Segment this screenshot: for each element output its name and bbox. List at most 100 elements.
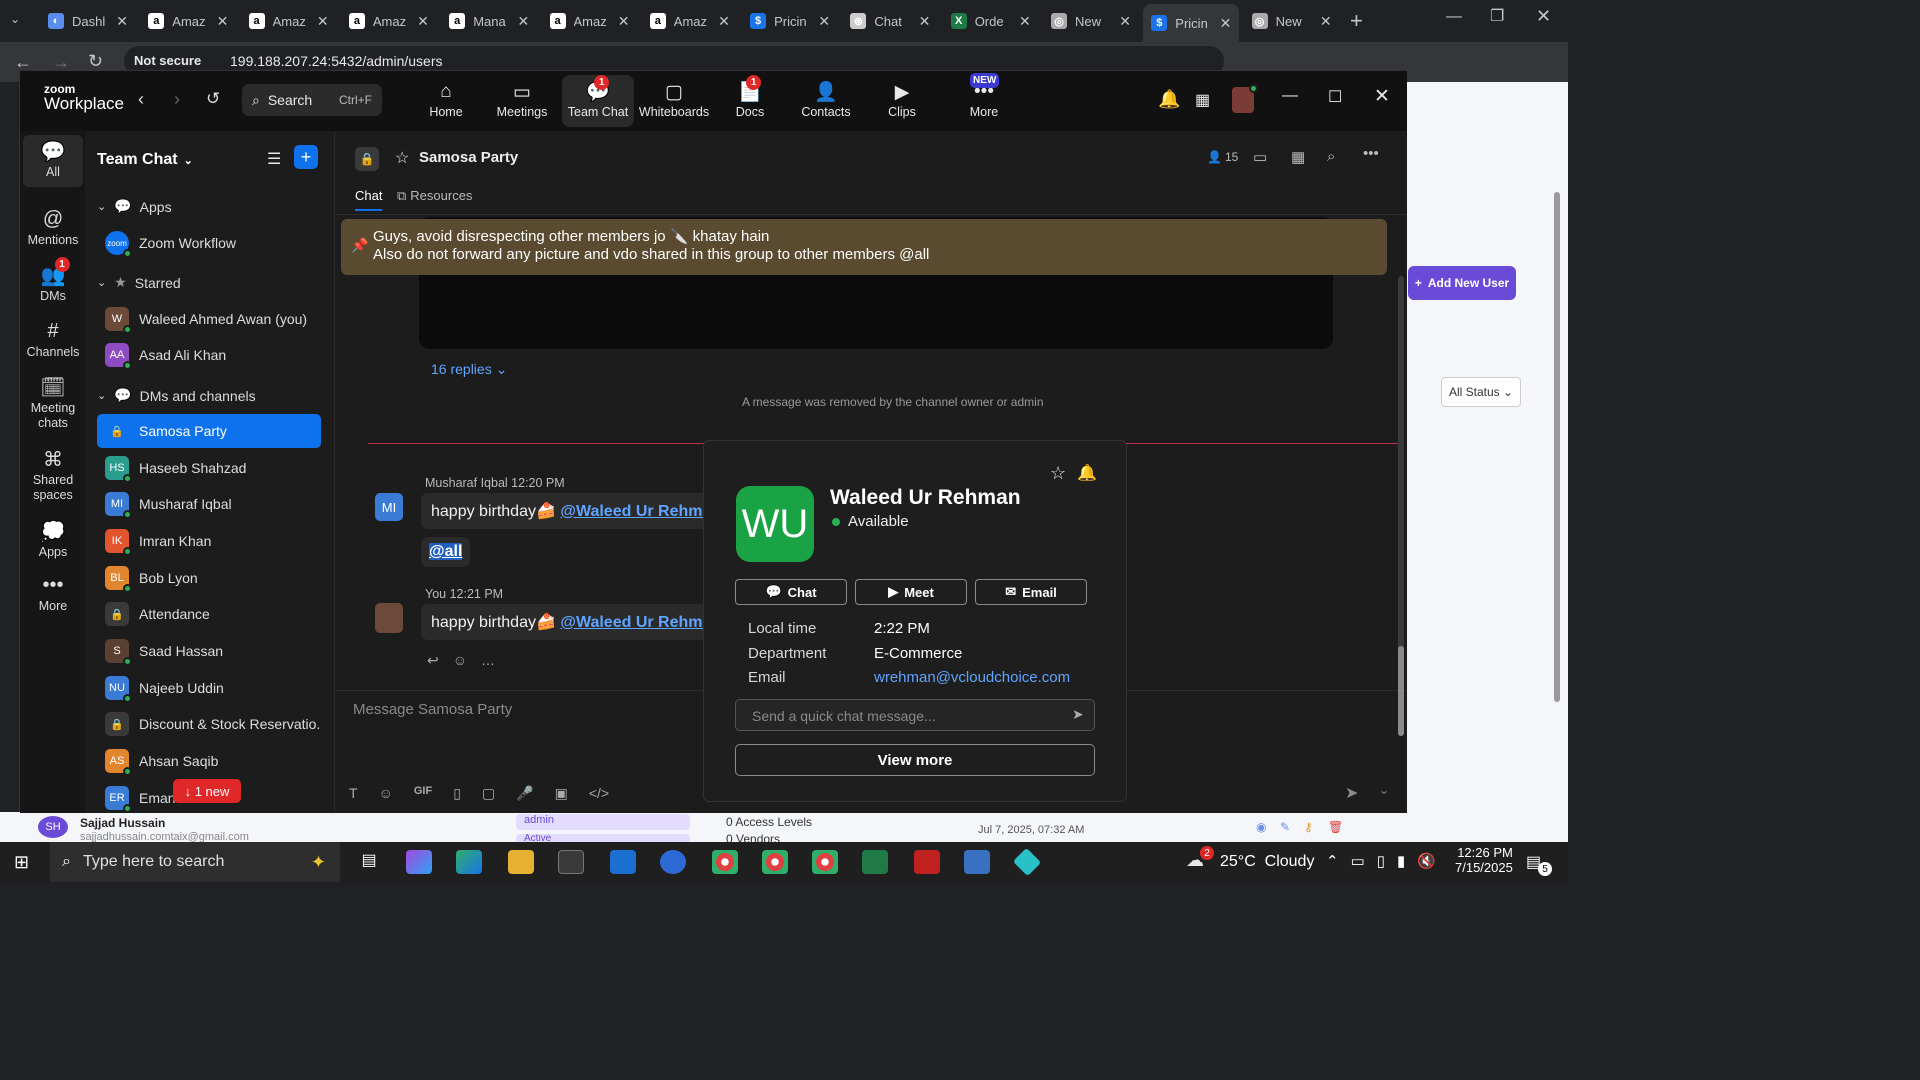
tab-close-icon[interactable]: ✕ (1320, 13, 1332, 30)
tab-close-icon[interactable]: ✕ (1019, 13, 1031, 30)
weather-text[interactable]: 25°C Cloudy (1220, 853, 1314, 871)
rail-channels[interactable]: # Channels (23, 317, 83, 360)
rail-all[interactable]: 💬 All (23, 135, 83, 187)
avatar[interactable]: MI (375, 493, 403, 521)
nav-contacts[interactable]: 👤 Contacts (790, 79, 862, 119)
browser-tab[interactable]: a Amaz ✕ (341, 6, 437, 36)
browser-tab[interactable]: X Orde ✕ (943, 6, 1039, 36)
sidebar-item[interactable]: AS Ahsan Saqib (97, 744, 321, 778)
email-link[interactable]: wrehman@vcloudchoice.com (874, 669, 1070, 686)
nav-docs[interactable]: 📄 1 Docs (714, 75, 786, 119)
pinned-message[interactable]: 📌 Guys, avoid disrespecting other member… (341, 219, 1387, 275)
chrome-icon[interactable] (812, 850, 838, 874)
task-view-icon[interactable]: ▤ (356, 850, 382, 874)
rail-more[interactable]: ••• More (23, 571, 83, 614)
rail-meeting-chats[interactable]: 🗓 Meeting chats (23, 373, 83, 431)
not-secure-label[interactable]: Not secure (134, 53, 201, 68)
emoji-icon[interactable]: ☺ (379, 785, 393, 802)
message-bubble-all[interactable]: @all (421, 537, 471, 567)
browser-tab[interactable]: a Mana ✕ (441, 6, 537, 36)
avatar[interactable] (375, 603, 403, 633)
sidebar-item[interactable]: IK Imran Khan (97, 524, 321, 558)
browser-tab[interactable]: ⊛ Chat ✕ (842, 6, 938, 36)
chrome-icon[interactable] (762, 850, 788, 874)
edge-icon[interactable] (456, 850, 482, 874)
sidebar-item[interactable]: W Waleed Ahmed Awan (you) (97, 302, 321, 336)
tab-close-icon[interactable]: ✕ (718, 13, 730, 30)
nav-more[interactable]: ••• NEW More (948, 73, 1020, 119)
tab-close-icon[interactable]: ✕ (618, 13, 630, 30)
sidebar-item[interactable]: HS Haseeb Shahzad (97, 451, 321, 485)
sidebar-item[interactable]: AA Asad Ali Khan (97, 338, 321, 372)
reload-icon[interactable]: ↻ (88, 51, 103, 72)
tab-close-icon[interactable]: ✕ (417, 13, 429, 30)
message-input[interactable]: Message Samosa Party (353, 701, 512, 718)
delete-icon[interactable]: 🗑 (1328, 820, 1343, 834)
tab-close-icon[interactable]: ✕ (818, 13, 830, 30)
sidebar-item[interactable]: zoom Zoom Workflow (97, 226, 321, 260)
sidebar-item[interactable]: S Saad Hassan (97, 634, 321, 668)
schedule-icon[interactable]: ▦ (1291, 148, 1305, 166)
profile-bell-icon[interactable]: 🔔 (1077, 463, 1097, 483)
reaction-icon[interactable]: ☺ (453, 652, 467, 669)
calendar-apps-icon[interactable]: ▦ (1195, 90, 1210, 110)
browser-tab[interactable]: a Amaz ✕ (542, 6, 638, 36)
zoom-maximize-icon[interactable]: ☐ (1328, 87, 1342, 107)
sidebar-item[interactable]: 🔒 Attendance (97, 597, 321, 631)
star-icon[interactable]: ☆ (395, 148, 409, 168)
member-count[interactable]: 👤 15 (1207, 150, 1238, 164)
sidebar-item[interactable]: NU Najeeb Uddin (97, 671, 321, 705)
edit-icon[interactable]: ✎ (1280, 820, 1290, 834)
tab-close-icon[interactable]: ✕ (217, 13, 229, 30)
profile-avatar[interactable] (1232, 84, 1258, 113)
browser-tab[interactable]: $ Pricin ✕ (1143, 4, 1240, 42)
nav-team-chat[interactable]: 💬 1 Team Chat (562, 75, 634, 127)
browser-tab[interactable]: a Amaz ✕ (241, 6, 337, 36)
sidebar-item[interactable]: BL Bob Lyon (97, 561, 321, 595)
rail-shared-spaces[interactable]: ⌘ Shared spaces (23, 445, 83, 503)
file-explorer-icon[interactable] (508, 850, 534, 874)
zoom-minimize-icon[interactable]: — (1282, 87, 1298, 105)
tab-close-icon[interactable]: ✕ (919, 13, 931, 30)
file-icon[interactable]: ▯ (453, 785, 461, 802)
nav-home[interactable]: ⌂ Home (410, 79, 482, 119)
tab-close-icon[interactable]: ✕ (317, 13, 329, 30)
mention-link[interactable]: @Waleed Ur Rehman (560, 614, 721, 631)
excel-icon[interactable] (862, 850, 888, 874)
add-new-user-button[interactable]: + Add New User (1408, 266, 1516, 300)
outlook-icon[interactable] (610, 850, 636, 874)
key-icon[interactable]: ⚷ (1304, 820, 1313, 834)
gif-icon[interactable]: GIF (414, 785, 432, 802)
filter-icon[interactable]: ☰ (267, 149, 281, 169)
mention-all[interactable]: @all (429, 543, 463, 560)
screenshot-icon[interactable]: ▢ (482, 785, 495, 802)
rail-apps[interactable]: 💭 Apps (23, 517, 83, 560)
tab-resources[interactable]: ⧉ Resources (397, 188, 472, 204)
chat-scrollbar[interactable] (1398, 276, 1404, 736)
chrome-icon[interactable] (712, 850, 738, 874)
nav-forward-icon[interactable]: › (174, 89, 180, 110)
rail-dms[interactable]: 👥 1 DMs (23, 257, 83, 304)
zoom-close-icon[interactable]: ✕ (1374, 85, 1390, 108)
nav-whiteboards[interactable]: ▢ Whiteboards (638, 79, 710, 120)
view-more-button[interactable]: View more (735, 744, 1095, 776)
send-icon[interactable]: ➤ (1072, 706, 1084, 723)
more-actions-icon[interactable]: … (481, 652, 495, 669)
close-window-icon[interactable]: ✕ (1536, 6, 1551, 27)
zoom-taskbar-icon[interactable] (660, 850, 686, 874)
battery-icon[interactable]: ▮ (1397, 852, 1405, 870)
audio-icon[interactable]: 🎤 (516, 785, 533, 802)
section-apps[interactable]: ⌄ 💬 Apps (97, 198, 172, 215)
more-options-icon[interactable]: ••• (1363, 145, 1379, 162)
browser-tab[interactable]: ◐ Dashl ✕ (40, 6, 136, 36)
chat-button[interactable]: 💬 Chat (735, 579, 847, 605)
meet-button[interactable]: ▶ Meet (855, 579, 967, 605)
favorite-star-icon[interactable]: ☆ (1050, 463, 1066, 484)
tab-chat[interactable]: Chat (355, 188, 383, 211)
app-icon[interactable] (1012, 847, 1042, 877)
search-box[interactable]: ⌕ Search Ctrl+F (242, 84, 382, 116)
mention-link[interactable]: @Waleed Ur Rehman (560, 503, 721, 520)
send-options-icon[interactable]: ⌄ (1379, 783, 1389, 797)
nav-clips[interactable]: ▶ Clips (866, 79, 938, 120)
display-icon[interactable]: ▯ (1377, 852, 1385, 870)
